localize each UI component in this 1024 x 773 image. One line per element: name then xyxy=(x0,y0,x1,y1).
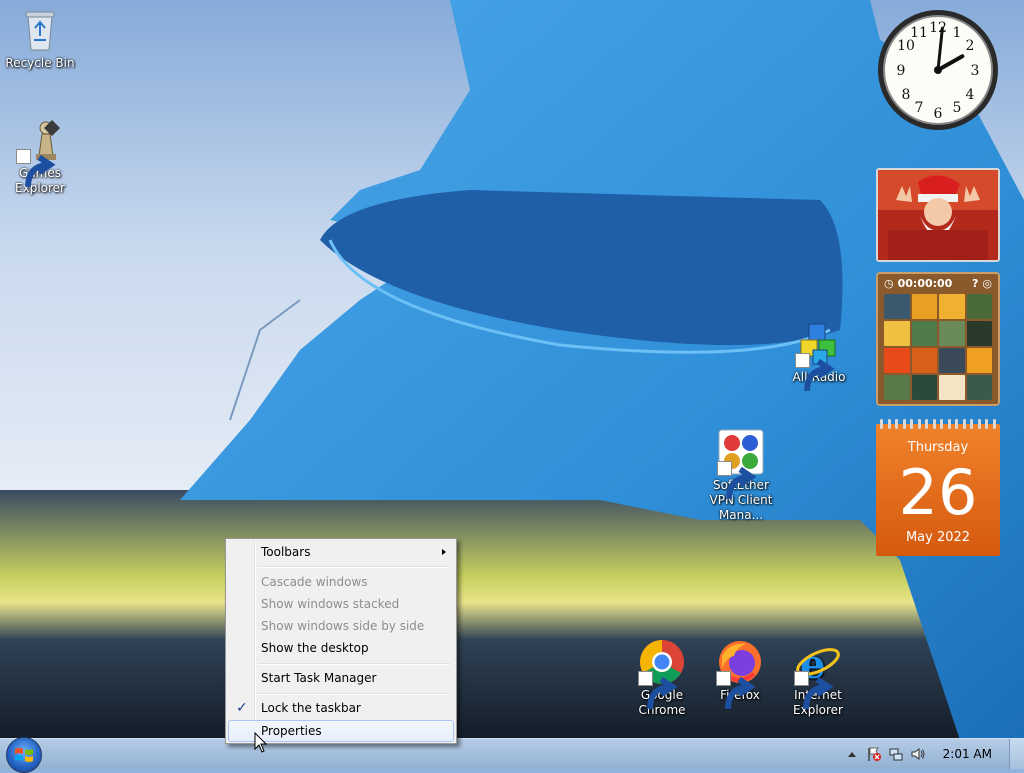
desktop-icon-all-radio[interactable]: All-Radio xyxy=(781,320,857,392)
menu-item-show-the-desktop[interactable]: Show the desktop xyxy=(228,637,454,659)
calendar-month-year: May 2022 xyxy=(905,530,971,545)
slideshow-gadget[interactable] xyxy=(876,168,1000,262)
firefox-icon xyxy=(716,638,764,710)
svg-text:8: 8 xyxy=(902,87,911,103)
svg-text:3: 3 xyxy=(971,63,980,79)
puzzle-tile[interactable] xyxy=(966,294,992,319)
notification-area: 2:01 AM xyxy=(843,739,1024,769)
shortcut-arrow-icon xyxy=(638,671,678,710)
menu-item-cascade-windows[interactable]: Cascade windows xyxy=(228,571,454,593)
internet-explorer-icon: e xyxy=(794,638,842,710)
puzzle-tile[interactable] xyxy=(911,294,937,319)
puzzle-tile[interactable] xyxy=(966,321,992,346)
all-radio-icon xyxy=(795,320,843,392)
chrome-icon xyxy=(638,638,686,710)
checkmark-icon: ✓ xyxy=(236,700,248,716)
desktop-icon-games-explorer[interactable]: Games Explorer xyxy=(2,116,78,196)
svg-text:9: 9 xyxy=(897,63,906,79)
menu-item-show-windows-stacked[interactable]: Show windows stacked xyxy=(228,593,454,615)
mouse-cursor-icon xyxy=(254,732,268,753)
show-hidden-icons-chevron-icon[interactable] xyxy=(843,745,861,763)
menu-item-show-windows-side-by-side[interactable]: Show windows side by side xyxy=(228,615,454,637)
puzzle-tile[interactable] xyxy=(911,348,937,373)
desktop-icon-firefox[interactable]: Firefox xyxy=(702,638,778,710)
windows-logo-icon xyxy=(15,748,33,762)
puzzle-tile[interactable] xyxy=(939,348,965,373)
taskbar[interactable]: 2:01 AM xyxy=(0,737,1024,773)
action-center-flag-icon[interactable] xyxy=(865,745,883,763)
menu-separator xyxy=(258,693,450,695)
svg-text:6: 6 xyxy=(934,106,943,122)
puzzle-grid xyxy=(884,294,992,400)
recycle-bin-icon xyxy=(16,6,64,54)
svg-text:5: 5 xyxy=(953,100,962,116)
svg-text:12: 12 xyxy=(929,20,947,36)
svg-text:11: 11 xyxy=(910,25,928,41)
puzzle-tile[interactable] xyxy=(911,375,937,400)
calendar-day-name: Thursday xyxy=(907,440,969,455)
puzzle-tile[interactable] xyxy=(966,375,992,400)
volume-icon[interactable] xyxy=(909,745,927,763)
menu-item-lock-the-taskbar[interactable]: ✓ Lock the taskbar xyxy=(228,697,454,719)
svg-text:4: 4 xyxy=(966,87,975,103)
submenu-arrow-icon xyxy=(442,549,446,555)
taskbar-context-menu: Toolbars Cascade windows Show windows st… xyxy=(225,538,457,744)
menu-item-toolbars[interactable]: Toolbars xyxy=(228,541,454,563)
desktop-icon-google-chrome[interactable]: Google Chrome xyxy=(624,638,700,718)
desktop-icon-recycle-bin[interactable]: Recycle Bin xyxy=(2,6,78,71)
desktop-icon-label: Recycle Bin xyxy=(5,56,75,70)
shortcut-arrow-icon xyxy=(716,671,756,710)
taskbar-clock[interactable]: 2:01 AM xyxy=(943,747,992,761)
shortcut-arrow-icon xyxy=(717,461,757,500)
wallpaper xyxy=(0,0,1024,740)
puzzle-timer: 00:00:00 xyxy=(897,276,953,290)
help-icon[interactable]: ? xyxy=(972,277,978,290)
softether-vpn-icon xyxy=(717,428,765,500)
desktop-icon-softether[interactable]: SoftEther VPN Client Mana... xyxy=(702,428,780,523)
puzzle-tile[interactable] xyxy=(911,321,937,346)
santa-photo xyxy=(878,170,998,260)
menu-item-start-task-manager[interactable]: Start Task Manager xyxy=(228,667,454,689)
analog-clock-face: 12 12 345 678 91011 xyxy=(878,10,998,130)
svg-text:2: 2 xyxy=(966,38,975,54)
picture-puzzle-gadget[interactable]: ◷ 00:00:00 ? ◎ xyxy=(876,272,1000,406)
puzzle-tile[interactable] xyxy=(966,348,992,373)
puzzle-tile[interactable] xyxy=(884,321,910,346)
games-explorer-icon xyxy=(16,116,64,188)
puzzle-tile[interactable] xyxy=(884,348,910,373)
puzzle-tile[interactable] xyxy=(884,294,910,319)
timer-icon: ◷ xyxy=(884,276,894,290)
shortcut-arrow-icon xyxy=(16,149,56,188)
calendar-gadget[interactable]: Thursday 26 May 2022 xyxy=(876,419,1000,556)
puzzle-tile[interactable] xyxy=(939,375,965,400)
calendar-day-number: 26 xyxy=(898,456,978,529)
show-desktop-button[interactable] xyxy=(1009,739,1024,769)
calendar-rings xyxy=(880,419,996,429)
clock-gadget[interactable]: 12 1 2 345 678 9 10 11 xyxy=(876,8,1000,132)
puzzle-tile[interactable] xyxy=(939,294,965,319)
show-picture-icon[interactable]: ◎ xyxy=(982,277,992,290)
shortcut-arrow-icon xyxy=(794,671,834,710)
menu-separator xyxy=(258,663,450,665)
desktop-icon-internet-explorer[interactable]: e Internet Explorer xyxy=(780,638,856,718)
shortcut-arrow-icon xyxy=(795,353,835,392)
puzzle-tile[interactable] xyxy=(939,321,965,346)
puzzle-tile[interactable] xyxy=(884,375,910,400)
svg-text:1: 1 xyxy=(953,25,962,41)
svg-text:7: 7 xyxy=(915,100,924,116)
network-icon[interactable] xyxy=(887,745,905,763)
menu-separator xyxy=(258,566,450,568)
